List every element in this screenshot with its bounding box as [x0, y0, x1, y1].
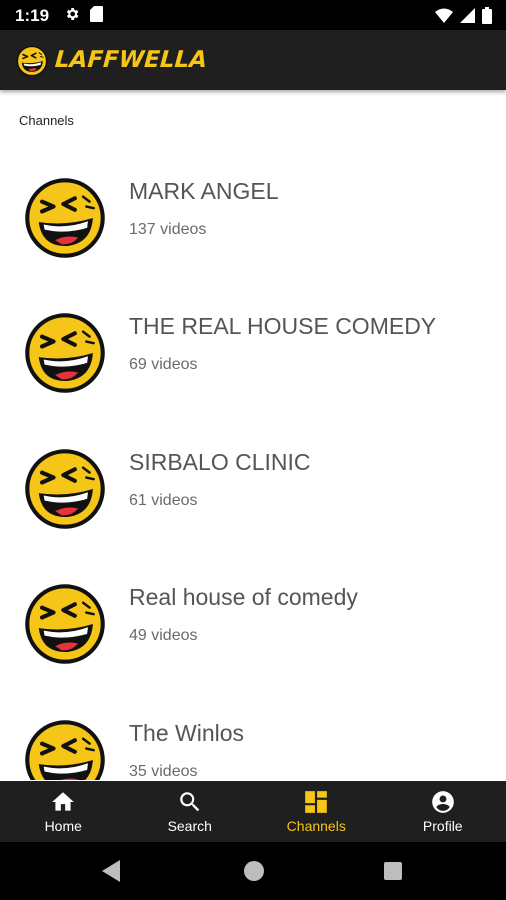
section-label: Channels	[19, 113, 74, 128]
nav-profile[interactable]: Profile	[380, 781, 506, 842]
channel-avatar-icon	[24, 583, 106, 665]
app-bar: LAFFWELLA	[0, 30, 506, 90]
gear-icon	[64, 6, 80, 27]
nav-home-label: Home	[44, 818, 82, 834]
channel-name: THE REAL HOUSE COMEDY	[129, 313, 437, 339]
channel-avatar-icon	[24, 312, 106, 394]
nav-home[interactable]: Home	[0, 781, 127, 842]
channel-name: MARK ANGEL	[129, 178, 279, 204]
status-time: 1:19	[15, 6, 50, 25]
laughing-face-icon	[16, 45, 48, 77]
profile-icon	[431, 791, 454, 813]
app-logo-text: LAFFWELLA	[54, 47, 208, 73]
nav-search-label: Search	[167, 818, 212, 834]
channel-video-count: 35 videos	[129, 763, 198, 780]
channel-name: Real house of comedy	[129, 584, 358, 610]
channel-item[interactable]: SIRBALO CLINIC 61 videos	[0, 416, 506, 551]
channel-item[interactable]: THE REAL HOUSE COMEDY 69 videos	[0, 280, 506, 415]
channel-video-count: 61 videos	[129, 492, 198, 509]
status-right-icons	[435, 7, 492, 29]
battery-icon	[482, 7, 492, 29]
search-icon	[179, 792, 199, 812]
status-bar: 1:19	[0, 0, 506, 30]
channel-name: SIRBALO CLINIC	[129, 449, 311, 475]
channel-video-count: 137 videos	[129, 221, 207, 238]
channels-icon	[305, 791, 328, 813]
nav-search[interactable]: Search	[127, 781, 254, 842]
sd-card-icon	[90, 6, 103, 27]
nav-profile-label: Profile	[422, 818, 463, 834]
channel-item[interactable]: The Winlos 35 videos	[0, 687, 506, 780]
channel-avatar-icon	[24, 177, 106, 259]
bottom-nav: Home Search Channels Profile	[0, 781, 506, 842]
wifi-icon	[435, 8, 453, 28]
nav-channels[interactable]: Channels	[253, 781, 380, 842]
channel-video-count: 49 videos	[129, 627, 198, 644]
channel-name: The Winlos	[129, 720, 245, 746]
channel-video-count: 69 videos	[129, 356, 198, 373]
nav-channels-label: Channels	[286, 818, 346, 834]
channel-avatar-icon	[24, 448, 106, 530]
channel-list: MARK ANGEL 137 videos THE REAL HOUSE COM…	[0, 145, 506, 780]
channel-item[interactable]: Real house of comedy 49 videos	[0, 551, 506, 686]
home-icon	[52, 792, 75, 811]
back-icon[interactable]	[102, 860, 122, 882]
system-nav-bar	[0, 842, 506, 900]
channel-avatar-icon	[24, 719, 106, 780]
signal-icon	[460, 8, 475, 28]
recents-square-icon[interactable]	[384, 862, 402, 880]
home-circle-icon[interactable]	[244, 861, 264, 881]
channel-item[interactable]: MARK ANGEL 137 videos	[0, 145, 506, 280]
status-left-icons	[64, 6, 103, 27]
